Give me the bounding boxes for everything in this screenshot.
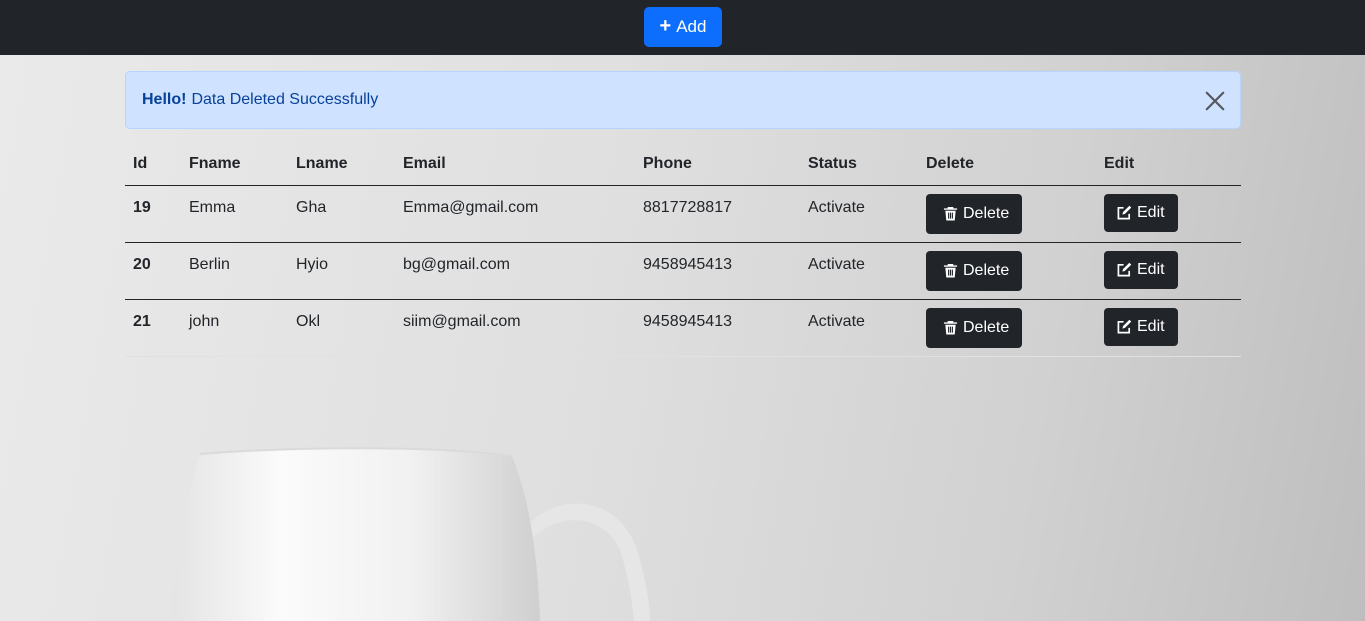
add-button[interactable]: + Add <box>644 7 722 47</box>
users-table: Id Fname Lname Email Phone Status Delete… <box>125 143 1241 357</box>
delete-button[interactable]: Delete <box>926 250 1023 291</box>
cell-phone: 9458945413 <box>635 242 800 300</box>
edit-button-label: Edit <box>1137 317 1165 335</box>
edit-icon <box>1117 319 1132 334</box>
cell-fname: john <box>181 299 288 357</box>
cell-id: 19 <box>125 185 181 243</box>
edit-button[interactable]: Edit <box>1104 307 1178 346</box>
table-header-row: Id Fname Lname Email Phone Status Delete… <box>125 143 1241 186</box>
column-header-delete: Delete <box>918 143 1096 186</box>
cell-id: 20 <box>125 242 181 300</box>
column-header-edit: Edit <box>1096 143 1241 186</box>
edit-icon <box>1117 262 1132 277</box>
cell-email: siim@gmail.com <box>395 299 635 357</box>
add-button-label: Add <box>676 17 707 36</box>
top-navbar: + Add <box>0 0 1365 55</box>
success-alert: Hello! Data Deleted Successfully <box>125 71 1241 129</box>
cell-phone: 8817728817 <box>635 185 800 243</box>
edit-button-label: Edit <box>1137 203 1165 221</box>
delete-button[interactable]: Delete <box>926 193 1023 234</box>
column-header-phone: Phone <box>635 143 800 186</box>
column-header-fname: Fname <box>181 143 288 186</box>
cell-status: Activate <box>800 185 918 243</box>
alert-message: Data Deleted Successfully <box>191 91 379 108</box>
trash-icon <box>943 320 958 335</box>
plus-icon: + <box>659 15 672 37</box>
cell-delete: Delete <box>918 242 1096 300</box>
trash-icon <box>943 263 958 278</box>
column-header-status: Status <box>800 143 918 186</box>
cell-phone: 9458945413 <box>635 299 800 357</box>
cell-delete: Delete <box>918 299 1096 357</box>
cell-lname: Hyio <box>288 242 395 300</box>
edit-button-label: Edit <box>1137 260 1165 278</box>
cell-lname: Gha <box>288 185 395 243</box>
alert-strong-text: Hello! <box>142 91 187 108</box>
cell-delete: Delete <box>918 185 1096 243</box>
delete-button-label: Delete <box>963 204 1010 222</box>
edit-button[interactable]: Edit <box>1104 193 1178 232</box>
cell-status: Activate <box>800 242 918 300</box>
close-icon[interactable] <box>1204 90 1226 112</box>
cell-edit: Edit <box>1096 185 1241 243</box>
delete-button[interactable]: Delete <box>926 307 1023 348</box>
cell-fname: Emma <box>181 185 288 243</box>
cell-id: 21 <box>125 299 181 357</box>
column-header-email: Email <box>395 143 635 186</box>
table-row: 21 john Okl siim@gmail.com 9458945413 Ac… <box>125 299 1241 357</box>
table-row: 19 Emma Gha Emma@gmail.com 8817728817 Ac… <box>125 185 1241 243</box>
edit-button[interactable]: Edit <box>1104 250 1178 289</box>
delete-button-label: Delete <box>963 261 1010 279</box>
cell-fname: Berlin <box>181 242 288 300</box>
cell-email: bg@gmail.com <box>395 242 635 300</box>
delete-button-label: Delete <box>963 318 1010 336</box>
cell-email: Emma@gmail.com <box>395 185 635 243</box>
cell-edit: Edit <box>1096 299 1241 357</box>
main-container: Hello! Data Deleted Successfully Id Fnam… <box>125 71 1241 357</box>
edit-icon <box>1117 205 1132 220</box>
table-row: 20 Berlin Hyio bg@gmail.com 9458945413 A… <box>125 242 1241 300</box>
cell-status: Activate <box>800 299 918 357</box>
cell-lname: Okl <box>288 299 395 357</box>
column-header-lname: Lname <box>288 143 395 186</box>
cell-edit: Edit <box>1096 242 1241 300</box>
column-header-id: Id <box>125 143 181 186</box>
trash-icon <box>943 206 958 221</box>
